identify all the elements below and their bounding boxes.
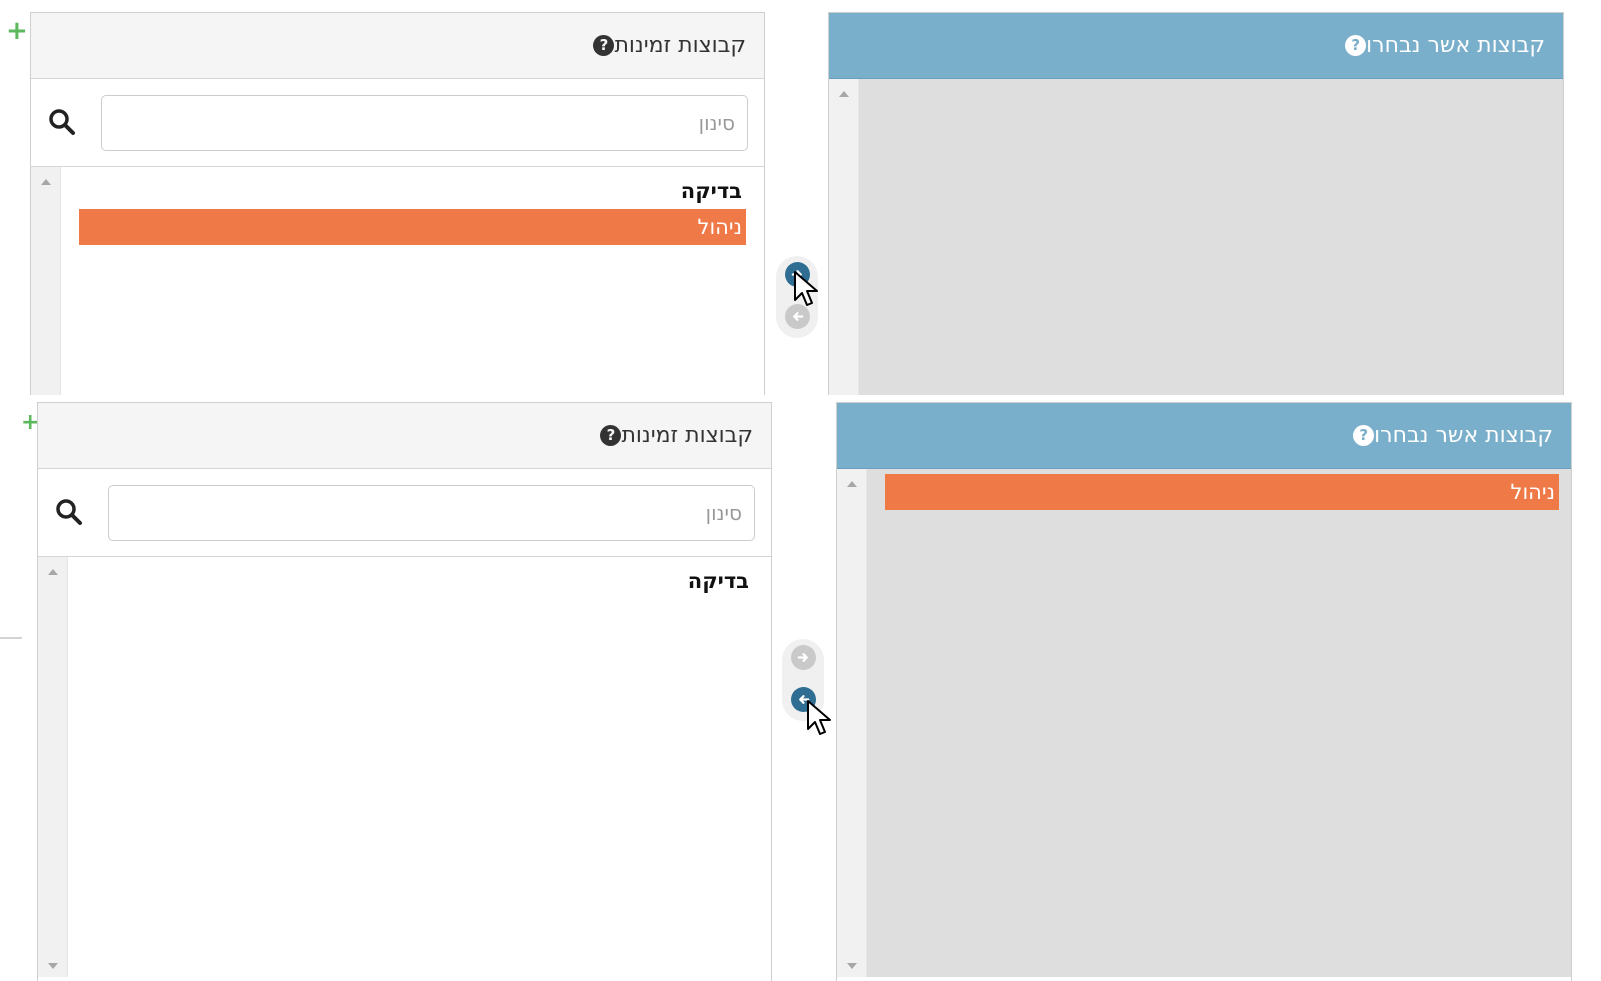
list-item-group-check[interactable]: בדיקה bbox=[79, 173, 746, 209]
arrow-circle-right-icon bbox=[797, 653, 808, 662]
list-scrollbar[interactable] bbox=[829, 79, 859, 395]
filter-input[interactable] bbox=[108, 485, 755, 541]
move-right-button[interactable] bbox=[791, 645, 816, 670]
selected-groups-header: קבוצות אשר נבחרו ? bbox=[837, 403, 1571, 469]
selected-groups-panel: קבוצות אשר נבחרו ? bbox=[828, 12, 1564, 395]
scroll-up-arrow-icon[interactable] bbox=[839, 91, 849, 97]
available-groups-list[interactable]: בדיקה ניהול bbox=[31, 167, 764, 395]
move-left-button[interactable] bbox=[785, 304, 810, 329]
scroll-down-arrow-icon[interactable] bbox=[48, 963, 58, 969]
available-groups-title: קבוצות זמינות bbox=[614, 33, 746, 58]
filter-row bbox=[38, 469, 771, 557]
list-scrollbar[interactable] bbox=[38, 557, 68, 977]
search-icon[interactable] bbox=[47, 107, 77, 137]
available-groups-header: קבוצות זמינות ? bbox=[31, 13, 764, 79]
selected-groups-title: קבוצות אשר נבחרו bbox=[1374, 423, 1553, 448]
frame-after-move: + קבוצות זמינות ? בדיקה bbox=[0, 397, 1601, 981]
available-groups-panel: קבוצות זמינות ? בדיקה bbox=[37, 402, 772, 981]
scroll-up-arrow-icon[interactable] bbox=[41, 179, 51, 185]
question-circle-icon[interactable]: ? bbox=[1345, 35, 1367, 56]
selected-groups-header: קבוצות אשר נבחרו ? bbox=[829, 13, 1563, 79]
available-groups-panel: קבוצות זמינות ? בדיקה ניהול bbox=[30, 12, 765, 395]
list-scrollbar[interactable] bbox=[837, 469, 867, 977]
list-scrollbar[interactable] bbox=[31, 167, 61, 395]
move-controls bbox=[782, 639, 824, 721]
selected-groups-list[interactable]: ניהול bbox=[837, 469, 1571, 977]
selected-groups-panel: קבוצות אשר נבחרו ? ניהול bbox=[836, 402, 1572, 981]
question-circle-icon[interactable]: ? bbox=[593, 35, 615, 56]
list-item-group-management[interactable]: ניהול bbox=[885, 474, 1559, 510]
list-item-group-check[interactable]: בדיקה bbox=[86, 563, 753, 599]
divider bbox=[0, 637, 22, 639]
arrow-circle-left-icon bbox=[799, 695, 810, 704]
question-circle-icon[interactable]: ? bbox=[1353, 425, 1375, 446]
search-icon[interactable] bbox=[54, 497, 84, 527]
selected-groups-list[interactable] bbox=[829, 79, 1563, 395]
question-circle-icon[interactable]: ? bbox=[600, 425, 622, 446]
move-controls bbox=[776, 256, 818, 338]
scroll-down-arrow-icon[interactable] bbox=[847, 963, 857, 969]
available-groups-list[interactable]: בדיקה bbox=[38, 557, 771, 977]
list-item-group-management[interactable]: ניהול bbox=[79, 209, 746, 245]
selected-groups-title: קבוצות אשר נבחרו bbox=[1366, 33, 1545, 58]
filter-input[interactable] bbox=[101, 95, 748, 151]
add-group-plus-icon[interactable]: + bbox=[6, 18, 28, 44]
arrow-circle-left-icon bbox=[793, 312, 804, 321]
arrow-circle-right-icon bbox=[791, 270, 802, 279]
available-groups-header: קבוצות זמינות ? bbox=[38, 403, 771, 469]
move-right-button[interactable] bbox=[785, 262, 810, 287]
scroll-up-arrow-icon[interactable] bbox=[847, 481, 857, 487]
available-groups-title: קבוצות זמינות bbox=[621, 423, 753, 448]
filter-row bbox=[31, 79, 764, 167]
scroll-up-arrow-icon[interactable] bbox=[48, 569, 58, 575]
move-left-button[interactable] bbox=[791, 687, 816, 712]
frame-before-move: + קבוצות זמינות ? בדיקה ניהול bbox=[0, 0, 1601, 395]
